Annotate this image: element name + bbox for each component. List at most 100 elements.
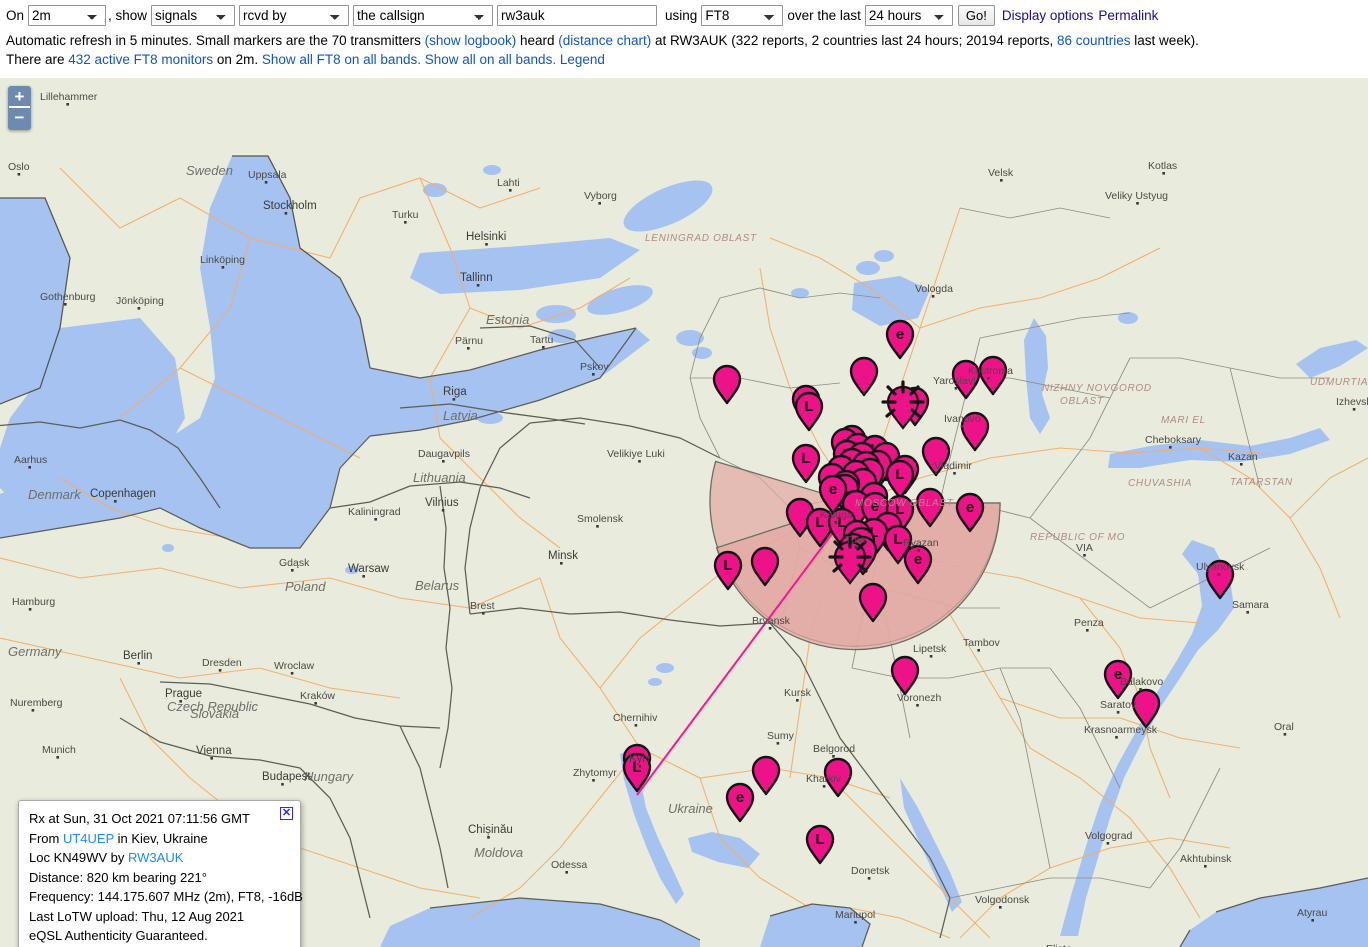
map-city-dot — [485, 243, 488, 246]
popup-from-line: From UT4UEP in Kiev, Ukraine — [29, 829, 290, 849]
map-place-label: Elista — [1046, 943, 1072, 947]
map-city-dot — [509, 189, 512, 192]
display-options-link[interactable]: Display options — [995, 8, 1094, 23]
map-city-dot — [442, 460, 445, 463]
map-city-dot — [987, 377, 990, 380]
info-text-1c: at RW3AUK (322 reports, 2 countries last… — [651, 33, 1057, 48]
map-city-dot — [854, 921, 857, 924]
zoom-in-button[interactable]: + — [9, 87, 30, 108]
legend-link[interactable]: Legend — [560, 52, 605, 67]
map-city-dot — [916, 704, 919, 707]
map-city-dot — [1000, 179, 1003, 182]
go-button[interactable]: Go! — [958, 5, 995, 26]
map-place-label: Jönköping — [116, 295, 164, 307]
map-place-label: Vienna — [196, 745, 232, 757]
show-select[interactable]: signals — [151, 5, 235, 26]
map-city-dot — [999, 906, 1002, 909]
map-city-dot — [222, 266, 225, 269]
distance-chart-link[interactable]: (distance chart) — [558, 33, 651, 48]
map-city-dot — [769, 627, 772, 630]
map-place-label: Volgograd — [1085, 830, 1132, 842]
map-place-label: Saratov — [1100, 699, 1137, 711]
map-canvas[interactable]: eLLLeeLLLLLLLeeeLLLLLLLeeLeLLeL Lilleham… — [0, 78, 1368, 947]
label-over-last: over the last — [783, 8, 865, 23]
map-place-label: Zhytomyr — [573, 767, 617, 779]
map-place-label: Aarhus — [14, 454, 47, 466]
band-select[interactable]: 2m — [28, 5, 106, 26]
map-place-label: Donetsk — [851, 865, 890, 877]
map-city-dot — [56, 756, 59, 759]
map-city-dot — [932, 295, 935, 298]
map-place-label: Sweden — [186, 163, 233, 178]
map-place-label: Pskov — [580, 361, 609, 373]
map-city-dot — [18, 173, 21, 176]
what-select[interactable]: the callsign — [353, 5, 493, 26]
callsign-input[interactable] — [497, 5, 657, 26]
permalink-link[interactable]: Permalink — [1093, 8, 1158, 23]
label-using: using — [657, 8, 701, 23]
map-city-dot — [560, 562, 563, 565]
map-city-dot — [565, 871, 568, 874]
report-info-popup: ✕ Rx at Sun, 31 Oct 2021 07:11:56 GMT Fr… — [18, 800, 301, 947]
popup-loc-prefix: Loc KN49WV by — [29, 850, 128, 865]
map-city-dot — [1169, 446, 1172, 449]
popup-from-suffix: in Kiev, Ukraine — [114, 831, 208, 846]
map-city-dot — [28, 466, 31, 469]
map-city-dot — [114, 500, 117, 503]
map-zoom-control[interactable]: + − — [8, 86, 31, 130]
map-city-dot — [930, 655, 933, 658]
close-icon[interactable]: ✕ — [280, 807, 293, 820]
map-city-dot — [1353, 408, 1356, 411]
map-place-label: Odessa — [551, 859, 587, 871]
countries-link[interactable]: 86 countries — [1057, 33, 1131, 48]
active-monitors-link[interactable]: 432 active FT8 monitors — [68, 52, 213, 67]
map-place-label: Copenhagen — [90, 488, 156, 500]
map-place-label: Akhtubinsk — [1180, 853, 1232, 865]
map-city-dot — [638, 460, 641, 463]
map-place-label: Denmark — [28, 487, 82, 502]
zoom-out-button[interactable]: − — [9, 108, 30, 129]
popup-loc-line: Loc KN49WV by RW3AUK — [29, 848, 290, 868]
map-city-dot — [137, 662, 140, 665]
map-place-label: Volgodonsk — [975, 894, 1030, 906]
direction-select[interactable]: rcvd by — [239, 5, 349, 26]
map-place-label: Cheboksary — [1145, 434, 1202, 446]
map-place-label: Penza — [1074, 617, 1104, 629]
map-place-label: Gothenburg — [40, 291, 96, 303]
map-place-label: Budapest — [262, 771, 311, 783]
map-place-label: Slovakia — [190, 706, 239, 721]
map-place-label: Kazan — [1228, 451, 1258, 463]
map-place-label: Voronezh — [897, 692, 942, 704]
map-place-label: Belarus — [415, 578, 460, 593]
info-text-2a: There are — [6, 52, 68, 67]
map-place-label: Moldova — [474, 845, 523, 860]
mode-select[interactable]: FT8 — [701, 5, 783, 26]
period-select[interactable]: 24 hours — [865, 5, 953, 26]
show-all-bands-link[interactable]: Show all on all bands. — [425, 52, 556, 67]
map-place-label: Poland — [285, 579, 326, 594]
map-city-dot — [1136, 202, 1139, 205]
map-place-label: Oral — [1274, 721, 1294, 733]
map-place-label: Velsk — [988, 167, 1014, 179]
map-place-label: Ivanovo — [944, 413, 981, 425]
marker-qsl-tag: e — [896, 326, 904, 343]
map-city-dot — [953, 472, 956, 475]
map-city-dot — [868, 877, 871, 880]
map-place-label: Gdąsk — [279, 557, 310, 569]
show-logbook-link[interactable]: (show logbook) — [425, 33, 517, 48]
map-city-dot — [834, 521, 837, 524]
map-place-label: Ryazan — [903, 537, 939, 549]
marker-qsl-tag: L — [893, 531, 902, 548]
map-place-label: Tula — [845, 534, 865, 546]
map-city-dot — [1139, 688, 1142, 691]
by-callsign-link[interactable]: RW3AUK — [128, 850, 183, 865]
from-callsign-link[interactable]: UT4UEP — [63, 831, 114, 846]
map-place-label: Vyborg — [584, 190, 617, 202]
show-all-ft8-link[interactable]: Show all FT8 on all bands. — [262, 52, 421, 67]
map-city-dot — [1086, 629, 1089, 632]
map-place-label: Bryansk — [752, 615, 791, 627]
map-place-label: Atyrau — [1297, 907, 1328, 919]
marker-qsl-tag: e — [736, 789, 744, 806]
map-city-dot — [29, 608, 32, 611]
label-show: , show — [106, 8, 151, 23]
